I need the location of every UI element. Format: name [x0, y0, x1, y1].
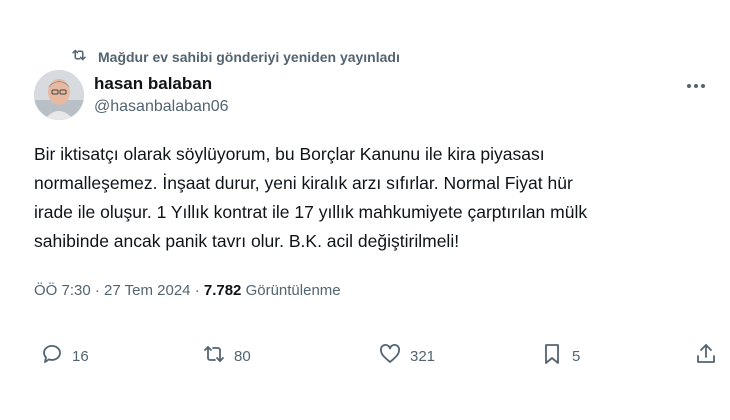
tweet-line: normalleşemez. İnşaat durur, yeni kiralı…: [34, 173, 573, 193]
action-bar: 16 80 321 5: [40, 342, 720, 366]
repost-button[interactable]: 80: [202, 342, 251, 370]
bookmark-count: 5: [572, 347, 581, 365]
reply-button[interactable]: 16: [40, 342, 89, 370]
avatar[interactable]: [34, 70, 84, 120]
tweet-line: irade ile oluşur. 1 Yıllık kontrat ile 1…: [34, 202, 588, 222]
tweet-line: Bir iktisatçı olarak söylüyorum, bu Borç…: [34, 144, 545, 164]
view-count: 7.782: [203, 282, 242, 299]
repost-icon: [70, 46, 88, 67]
more-dot: [687, 84, 691, 88]
like-button[interactable]: 321: [378, 342, 435, 370]
tweet-time[interactable]: ÖÖ 7:30: [34, 282, 91, 299]
bookmark-icon: [540, 342, 564, 370]
author-handle[interactable]: @hasanbalaban06: [94, 98, 229, 116]
view-label: Görüntülenme: [245, 282, 341, 299]
tweet-text: Bir iktisatçı olarak söylüyorum, bu Borç…: [34, 140, 704, 256]
reply-icon: [40, 342, 64, 370]
author-name[interactable]: hasan balaban: [94, 74, 212, 94]
share-icon: [694, 342, 718, 370]
meta-separator: ·: [94, 282, 100, 299]
repost-icon: [202, 342, 226, 370]
share-button[interactable]: [694, 342, 718, 370]
tweet-line: sahibinde ancak panik tavrı olur. B.K. a…: [34, 231, 460, 251]
heart-icon: [378, 342, 402, 370]
repost-indicator[interactable]: Mağdur ev sahibi gönderiyi yeniden yayın…: [70, 46, 400, 67]
more-options-button[interactable]: [684, 76, 708, 96]
bookmark-button[interactable]: 5: [540, 342, 580, 370]
meta-separator: ·: [194, 282, 200, 299]
repost-count: 80: [234, 347, 251, 365]
tweet-meta: ÖÖ 7:30 · 27 Tem 2024 · 7.782 Görüntülen…: [34, 282, 341, 299]
like-count: 321: [410, 347, 436, 365]
tweet-date[interactable]: 27 Tem 2024: [104, 282, 190, 299]
more-dot: [701, 84, 705, 88]
tweet-card[interactable]: Mağdur ev sahibi gönderiyi yeniden yayın…: [12, 36, 718, 380]
repost-label: Mağdur ev sahibi gönderiyi yeniden yayın…: [98, 48, 400, 65]
more-dot: [694, 84, 698, 88]
reply-count: 16: [72, 347, 89, 365]
